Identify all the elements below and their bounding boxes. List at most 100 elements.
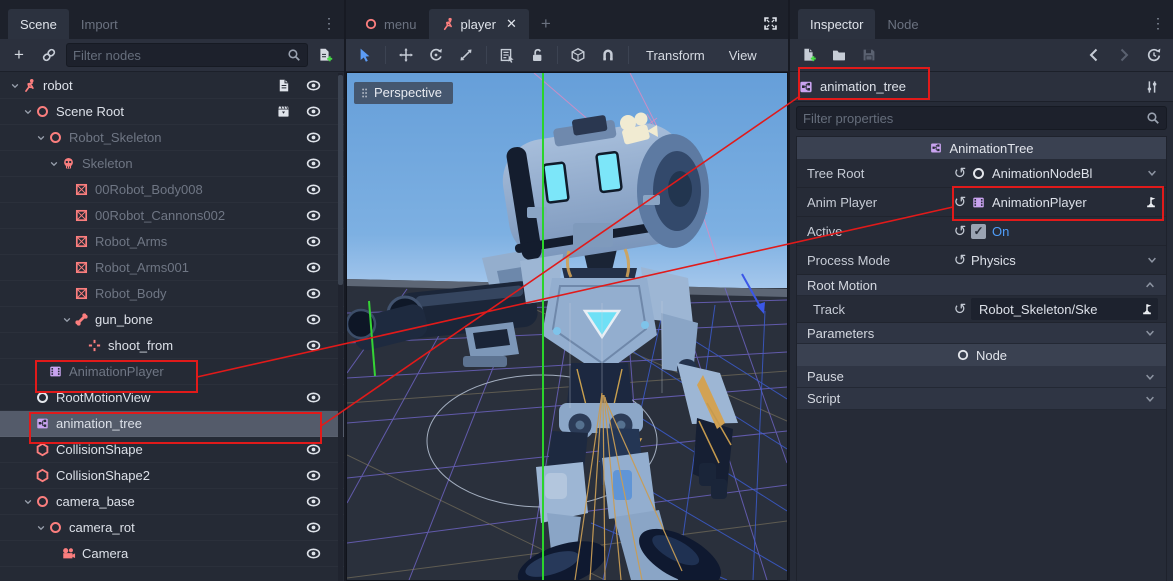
script-icon[interactable] — [276, 78, 292, 94]
tab-import[interactable]: Import — [69, 9, 130, 39]
tree-node-animationplayer[interactable]: AnimationPlayer — [0, 359, 344, 385]
expand-arrow-icon[interactable] — [34, 133, 48, 143]
clapper-icon[interactable] — [276, 104, 292, 120]
tree-node-robot[interactable]: robot — [0, 73, 344, 99]
tree-node-shoot-from[interactable]: shoot_from — [0, 333, 344, 359]
snap-cube-icon[interactable] — [565, 43, 591, 67]
visibility-eye-icon[interactable] — [306, 104, 322, 120]
picker-icon[interactable] — [1144, 195, 1158, 209]
rotate-tool-icon[interactable] — [423, 43, 449, 67]
instance-scene-icon[interactable] — [36, 43, 62, 67]
perspective-menu[interactable]: Perspective — [354, 82, 453, 104]
tree-node-camera[interactable]: Camera — [0, 541, 344, 567]
section-script[interactable]: Script — [797, 388, 1166, 410]
tree-node-robot-arms[interactable]: Robot_Arms — [0, 229, 344, 255]
forward-icon[interactable] — [1111, 43, 1137, 67]
visibility-eye-icon[interactable] — [306, 130, 322, 146]
select-tool-icon[interactable] — [352, 43, 378, 67]
revert-icon[interactable]: ↺ — [949, 164, 971, 182]
tree-scrollbar[interactable] — [338, 73, 343, 581]
folder-icon[interactable] — [826, 43, 852, 67]
expand-arrow-icon[interactable] — [21, 497, 35, 507]
object-tools-icon[interactable] — [1139, 75, 1165, 99]
maximize-icon[interactable] — [763, 16, 778, 34]
tree-node-00robot-cannons002[interactable]: 00Robot_Cannons002 — [0, 203, 344, 229]
revert-icon[interactable]: ↺ — [949, 300, 971, 318]
magnet-icon[interactable] — [595, 43, 621, 67]
tab-scene[interactable]: Scene — [8, 9, 69, 39]
visibility-eye-icon[interactable] — [306, 494, 322, 510]
tree-node-collisionshape[interactable]: CollisionShape — [0, 437, 344, 463]
revert-icon[interactable]: ↺ — [949, 251, 971, 269]
visibility-eye-icon[interactable] — [306, 520, 322, 536]
tree-node-00robot-body008[interactable]: 00Robot_Body008 — [0, 177, 344, 203]
tab-node[interactable]: Node — [875, 9, 930, 39]
visibility-eye-icon[interactable] — [306, 442, 322, 458]
scene-tab-menu[interactable]: menu — [352, 9, 429, 39]
save-icon[interactable] — [856, 43, 882, 67]
tree-node-gun-bone[interactable]: gun_bone — [0, 307, 344, 333]
expand-arrow-icon[interactable] — [8, 81, 22, 91]
filter-nodes-input[interactable] — [73, 48, 281, 63]
3d-viewport[interactable]: Perspective — [346, 72, 788, 581]
add-node-icon[interactable]: + — [6, 43, 32, 67]
picker-icon[interactable] — [1140, 302, 1154, 316]
scale-tool-icon[interactable] — [453, 43, 479, 67]
tree-node-skeleton[interactable]: Skeleton — [0, 151, 344, 177]
filter-properties-input[interactable] — [803, 111, 1140, 126]
anim-player-value[interactable]: AnimationPlayer — [971, 195, 1158, 210]
revert-icon[interactable]: ↺ — [949, 222, 971, 240]
tree-node-scene-root[interactable]: Scene Root — [0, 99, 344, 125]
visibility-eye-icon[interactable] — [306, 156, 322, 172]
visibility-eye-icon[interactable] — [306, 546, 322, 562]
history-icon[interactable] — [1141, 43, 1167, 67]
add-scene-tab-icon[interactable]: + — [529, 9, 563, 39]
scene-tab-player[interactable]: player ✕ — [429, 9, 529, 39]
expand-arrow-icon[interactable] — [21, 107, 35, 117]
expand-arrow-icon[interactable] — [34, 523, 48, 533]
expand-arrow-icon[interactable] — [60, 315, 74, 325]
section-root-motion[interactable]: Root Motion — [797, 275, 1166, 296]
move-tool-icon[interactable] — [393, 43, 419, 67]
visibility-eye-icon[interactable] — [306, 78, 322, 94]
close-icon[interactable]: ✕ — [506, 16, 517, 32]
tree-node-robot-arms001[interactable]: Robot_Arms001 — [0, 255, 344, 281]
visibility-eye-icon[interactable] — [306, 286, 322, 302]
tree-node-animation-tree[interactable]: animation_tree — [0, 411, 344, 437]
visibility-eye-icon[interactable] — [306, 390, 322, 406]
process-mode-dropdown[interactable]: Physics — [971, 253, 1158, 268]
section-parameters[interactable]: Parameters — [797, 323, 1166, 344]
section-pause[interactable]: Pause — [797, 366, 1166, 388]
transform-menu[interactable]: Transform — [636, 48, 715, 63]
tree-node-camera-rot[interactable]: camera_rot — [0, 515, 344, 541]
visibility-eye-icon[interactable] — [306, 182, 322, 198]
dock-options-icon[interactable]: ⋮ — [322, 16, 336, 30]
track-value-field[interactable]: Robot_Skeleton/Ske — [971, 298, 1158, 320]
visibility-eye-icon[interactable] — [306, 208, 322, 224]
tree-node-label: Scene Root — [56, 104, 124, 119]
tab-inspector[interactable]: Inspector — [798, 9, 875, 39]
visibility-eye-icon[interactable] — [306, 468, 322, 484]
chevron-down-icon[interactable] — [1146, 167, 1158, 179]
visibility-eye-icon[interactable] — [306, 312, 322, 328]
tree-node-robot-body[interactable]: Robot_Body — [0, 281, 344, 307]
new-resource-icon[interactable] — [796, 43, 822, 67]
dock-options-icon[interactable]: ⋮ — [1151, 16, 1165, 30]
attach-script-icon[interactable] — [312, 43, 338, 67]
visibility-eye-icon[interactable] — [306, 338, 322, 354]
tree-node-rootmotionview[interactable]: RootMotionView — [0, 385, 344, 411]
tree-node-robot-skeleton[interactable]: Robot_Skeleton — [0, 125, 344, 151]
tree-root-value[interactable]: AnimationNodeBl — [971, 166, 1158, 181]
back-icon[interactable] — [1081, 43, 1107, 67]
unlock-icon[interactable] — [524, 43, 550, 67]
expand-arrow-icon[interactable] — [47, 159, 61, 169]
chevron-down-icon[interactable] — [1146, 254, 1158, 266]
revert-icon[interactable]: ↺ — [949, 193, 971, 211]
tree-node-collisionshape2[interactable]: CollisionShape2 — [0, 463, 344, 489]
view-menu[interactable]: View — [719, 48, 767, 63]
visibility-eye-icon[interactable] — [306, 234, 322, 250]
tree-node-camera-base[interactable]: camera_base — [0, 489, 344, 515]
visibility-eye-icon[interactable] — [306, 260, 322, 276]
list-select-icon[interactable] — [494, 43, 520, 67]
active-checkbox[interactable]: ✓ — [971, 224, 986, 239]
